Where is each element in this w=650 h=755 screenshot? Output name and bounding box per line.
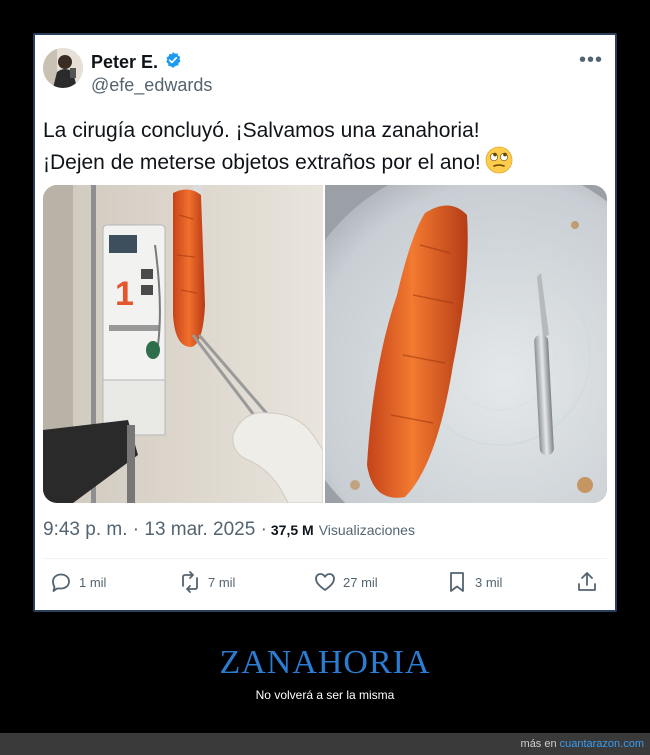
bookmark-count: 3 mil <box>475 574 503 590</box>
display-name[interactable]: Peter E. <box>91 52 158 73</box>
like-count: 27 mil <box>343 574 378 590</box>
avatar[interactable] <box>43 48 83 88</box>
divider <box>43 558 607 559</box>
caption-title: ZANAHORIA <box>219 644 431 681</box>
repost-count: 7 mil <box>208 574 236 590</box>
share-button[interactable] <box>575 570 599 594</box>
tweet-card: Peter E. @efe_edwards ••• La cirugía con… <box>33 33 617 612</box>
reply-icon <box>52 573 70 592</box>
author-name-row: Peter E. <box>91 51 182 74</box>
verified-badge-icon <box>164 51 182 74</box>
tweet-media: 1 <box>43 185 607 503</box>
footer-site-link[interactable]: cuantarazon.com <box>560 738 644 750</box>
reply-count: 1 mil <box>79 574 107 590</box>
photo-carrot-held-by-forceps[interactable]: 1 <box>43 185 323 503</box>
tweet-text-line-2-wrapper: ¡Dejen de meterse objetos extraños por e… <box>43 146 603 183</box>
action-bar: 1 mil 7 mil 27 mil 3 mil <box>49 570 609 598</box>
repost-button[interactable]: 7 mil <box>178 570 235 594</box>
repost-icon <box>182 571 198 593</box>
handle[interactable]: @efe_edwards <box>91 75 212 96</box>
tweet-meta: 9:43 p. m. · 13 mar. 2025 · 37,5 M Visua… <box>43 519 415 541</box>
tweet-text-line-1: La cirugía concluyó. ¡Salvamos una zanah… <box>43 119 480 142</box>
more-options-icon[interactable]: ••• <box>579 49 603 72</box>
share-icon <box>578 572 596 591</box>
footer-prefix: más en <box>520 738 557 750</box>
timestamp[interactable]: 9:43 p. m. · 13 mar. 2025 · <box>43 519 267 541</box>
footer-bar: más en cuantarazon.com <box>0 733 650 755</box>
avatar-photo <box>43 48 83 88</box>
tweet-text-line-2: ¡Dejen de meterse objetos extraños por e… <box>43 151 481 174</box>
photo-carrot-on-tray-with-scalpel[interactable] <box>325 185 607 503</box>
bookmark-button[interactable]: 3 mil <box>445 570 502 594</box>
svg-text:1: 1 <box>115 275 134 313</box>
face-with-rolling-eyes-icon <box>485 146 513 183</box>
bookmark-icon <box>450 572 464 592</box>
like-button[interactable]: 27 mil <box>313 570 378 594</box>
heart-icon <box>315 573 335 591</box>
reply-button[interactable]: 1 mil <box>49 570 106 594</box>
views-label: Visualizaciones <box>318 522 415 538</box>
caption-subtitle: No volverá a ser la misma <box>255 688 395 702</box>
tweet-text: La cirugía concluyó. ¡Salvamos una zanah… <box>43 115 603 183</box>
views-count: 37,5 M <box>270 522 314 538</box>
